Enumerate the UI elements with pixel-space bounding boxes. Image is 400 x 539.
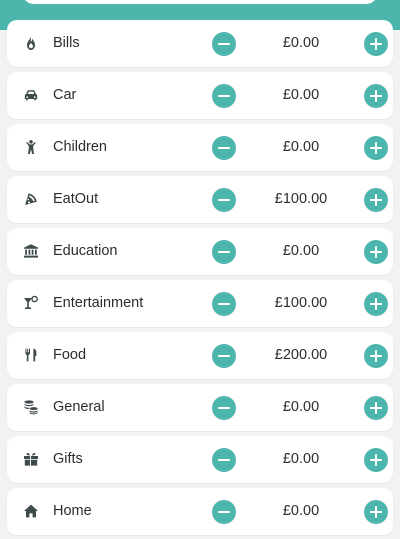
increase-amount-button[interactable]: [364, 396, 388, 420]
decrease-amount-button[interactable]: [212, 344, 236, 368]
category-amount: £200.00: [274, 347, 328, 363]
home-icon: [21, 501, 41, 521]
category-row-education: Education £0.00: [7, 228, 393, 275]
category-amount: £0.00: [282, 243, 320, 259]
institution-icon: [21, 241, 41, 261]
category-amount: £100.00: [274, 191, 328, 207]
cocktail-icon: [21, 293, 41, 313]
car-icon: [21, 85, 41, 105]
pizza-icon: [21, 189, 41, 209]
gift-icon: [21, 449, 41, 469]
category-label: EatOut: [53, 191, 99, 207]
increase-amount-button[interactable]: [364, 84, 388, 108]
increase-amount-button[interactable]: [364, 344, 388, 368]
cutlery-icon: [21, 345, 41, 365]
category-row-gifts: Gifts £0.00: [7, 436, 393, 483]
decrease-amount-button[interactable]: [212, 32, 236, 56]
increase-amount-button[interactable]: [364, 292, 388, 316]
category-row-bills: Bills £0.00: [7, 20, 393, 67]
increase-amount-button[interactable]: [364, 500, 388, 524]
increase-amount-button[interactable]: [364, 32, 388, 56]
category-label: Entertainment: [53, 295, 144, 311]
category-amount: £0.00: [282, 35, 320, 51]
increase-amount-button[interactable]: [364, 448, 388, 472]
category-amount: £0.00: [282, 399, 320, 415]
category-amount: £0.00: [282, 87, 320, 103]
decrease-amount-button[interactable]: [212, 240, 236, 264]
coins-icon: [21, 397, 41, 417]
increase-amount-button[interactable]: [364, 240, 388, 264]
category-label: Home: [53, 503, 92, 519]
decrease-amount-button[interactable]: [212, 136, 236, 160]
category-row-children: Children £0.00: [7, 124, 393, 171]
flame-icon: [21, 33, 41, 53]
category-amount: £100.00: [274, 295, 328, 311]
category-label: Education: [53, 243, 118, 259]
category-label: General: [53, 399, 105, 415]
category-amount: £0.00: [282, 503, 320, 519]
decrease-amount-button[interactable]: [212, 448, 236, 472]
category-label: Gifts: [53, 451, 83, 467]
category-label: Car: [53, 87, 77, 103]
category-row-home: Home £0.00: [7, 488, 393, 535]
category-row-food: Food £200.00: [7, 332, 393, 379]
decrease-amount-button[interactable]: [212, 500, 236, 524]
category-label: Bills: [53, 35, 80, 51]
increase-amount-button[interactable]: [364, 136, 388, 160]
category-row-eatout: EatOut £100.00: [7, 176, 393, 223]
decrease-amount-button[interactable]: [212, 188, 236, 212]
category-row-car: Car £0.00: [7, 72, 393, 119]
budget-category-list: Bills £0.00 Car £0.00 Children £0.00 Eat…: [0, 0, 400, 539]
category-label: Children: [53, 139, 107, 155]
category-amount: £0.00: [282, 139, 320, 155]
increase-amount-button[interactable]: [364, 188, 388, 212]
decrease-amount-button[interactable]: [212, 84, 236, 108]
child-icon: [21, 137, 41, 157]
category-label: Food: [53, 347, 87, 363]
category-amount: £0.00: [282, 451, 320, 467]
category-row-entertainment: Entertainment £100.00: [7, 280, 393, 327]
decrease-amount-button[interactable]: [212, 292, 236, 316]
decrease-amount-button[interactable]: [212, 396, 236, 420]
category-row-general: General £0.00: [7, 384, 393, 431]
